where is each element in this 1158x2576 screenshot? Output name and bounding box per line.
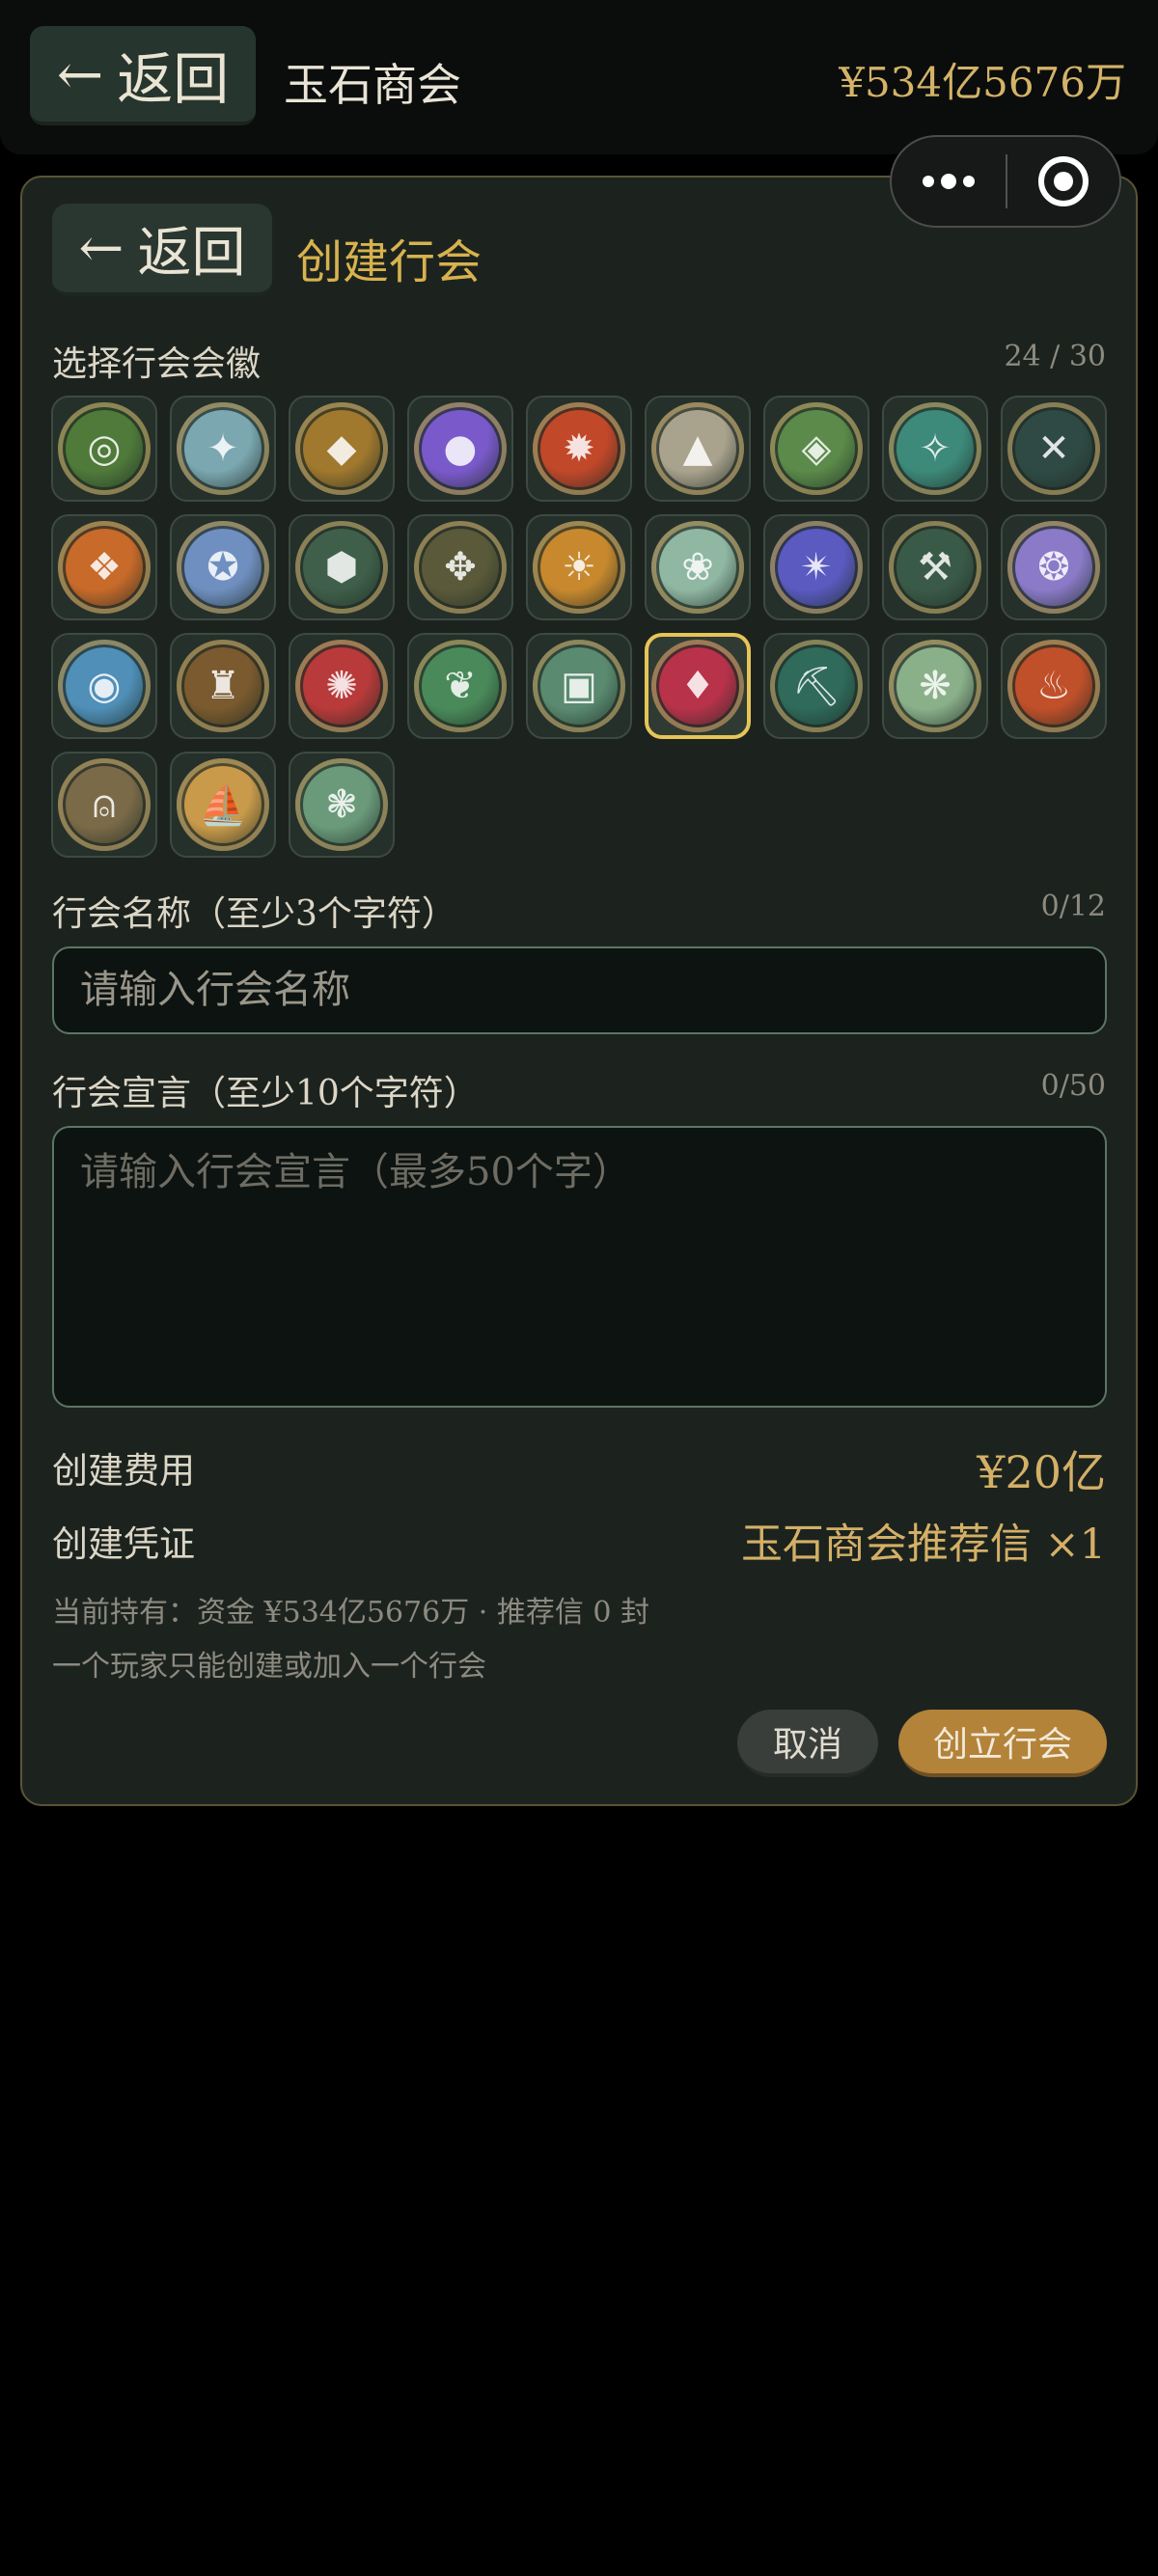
emblem-option[interactable]: ⬢: [289, 514, 395, 620]
declaration-label: 行会宣言（至少10个字符）: [52, 1074, 479, 1113]
lion-emblem: ☀: [533, 521, 625, 614]
flame-shield-emblem: ♨: [1007, 640, 1100, 732]
panel-back-button[interactable]: ← 返回: [52, 204, 272, 296]
hammer-emblem: ⚒: [889, 521, 981, 614]
mini-program-capsule: [890, 135, 1121, 228]
peacock-emblem: ❦: [414, 640, 507, 732]
phoenix-emblem: ✹: [533, 402, 625, 495]
back-arrow-icon: ←: [78, 216, 124, 280]
top-back-button[interactable]: ← 返回: [30, 26, 256, 125]
emblem-grid: ◎ ✦ ◆ ● ✹ ▲ ◈ ✧ ✕ ❖ ✪ ⬢ ✥ ☀ ❀ ✴ ⚒ ❂ ◉ ♜ ✺ ❦ ▣ ♦ ⛏ ❋ ♨ ⍝ ⛵ ❃: [51, 396, 1113, 859]
emblem-option[interactable]: ⛵: [170, 752, 276, 858]
cancel-button[interactable]: 取消: [737, 1710, 878, 1777]
crane-emblem: ✦: [177, 402, 269, 495]
bell-emblem: ⍝: [58, 758, 151, 851]
emblem-option[interactable]: ✕: [1001, 396, 1107, 502]
emblem-option[interactable]: ◆: [289, 396, 395, 502]
emblem-option[interactable]: ◉: [51, 633, 157, 739]
emblem-option[interactable]: ❦: [407, 633, 513, 739]
ox-emblem: ♜: [177, 640, 269, 732]
eagle-emblem: ✥: [414, 521, 507, 614]
mountain-emblem: ▲: [651, 402, 744, 495]
emblem-option[interactable]: ✪: [170, 514, 276, 620]
create-guild-panel: ← 返回 创建行会 选择行会会徽 24 / 30 ◎ ✦ ◆ ● ✹ ▲ ◈ ✧ ✕ ❖ ✪ ⬢ ✥ ☀ ❀…: [20, 176, 1138, 1806]
fox-mask-emblem: ✺: [295, 640, 388, 732]
emblem-option[interactable]: ❖: [51, 514, 157, 620]
crossed-swords-emblem: ✕: [1007, 402, 1100, 495]
dragon-emblem: ✧: [889, 402, 981, 495]
emblem-option[interactable]: ●: [407, 396, 513, 502]
emblem-option[interactable]: ❋: [882, 633, 988, 739]
emblem-option[interactable]: ✦: [170, 396, 276, 502]
name-label: 行会名称（至少3个字符）: [52, 894, 456, 934]
emblem-option[interactable]: ❀: [645, 514, 751, 620]
emblem-option[interactable]: ❂: [1001, 514, 1107, 620]
compass-star-emblem: ✴: [770, 521, 863, 614]
emblem-option[interactable]: ▲: [645, 396, 751, 502]
guild-name-input[interactable]: 请输入行会名称: [52, 946, 1107, 1034]
page-title: 玉石商会: [284, 59, 461, 111]
pearl-emblem: ◉: [58, 640, 151, 732]
create-guild-button[interactable]: 创立行会: [898, 1710, 1107, 1777]
wolf-emblem: ✪: [177, 521, 269, 614]
emblem-option[interactable]: ⛏: [763, 633, 869, 739]
guild-declaration-textarea[interactable]: 请输入行会宣言（最多50个字）: [52, 1126, 1107, 1408]
back-arrow-icon: ←: [56, 41, 104, 107]
close-target-icon[interactable]: [1007, 137, 1119, 226]
emblem-option[interactable]: ❃: [289, 752, 395, 858]
sword-rose-emblem: ♦: [651, 640, 744, 732]
pickaxe-emblem: ⛏: [770, 640, 863, 732]
holdings-note: 当前持有：资金 ¥534亿5676万 · 推荐信 0 封: [52, 1596, 649, 1630]
emblem-option[interactable]: ♦: [645, 633, 751, 739]
emblem-option[interactable]: ⚒: [882, 514, 988, 620]
emblem-option[interactable]: ✴: [763, 514, 869, 620]
voucher-label: 创建凭证: [52, 1523, 195, 1565]
turtle-emblem: ⬢: [295, 521, 388, 614]
emblem-count: 24 / 30: [1004, 340, 1106, 373]
declaration-count: 0/50: [1040, 1069, 1106, 1103]
emblem-option[interactable]: ♨: [1001, 633, 1107, 739]
jade-gem-emblem: ◈: [770, 402, 863, 495]
fee-label: 创建费用: [52, 1450, 195, 1492]
fee-value: ¥20亿: [977, 1446, 1106, 1498]
emblem-label: 选择行会会徽: [52, 344, 262, 384]
jade-disc-emblem: ◎: [58, 402, 151, 495]
treasure-ship-emblem: ⛵: [177, 758, 269, 851]
deer-emblem: ❃: [295, 758, 388, 851]
emblem-option[interactable]: ♜: [170, 633, 276, 739]
emblem-option[interactable]: ✺: [289, 633, 395, 739]
panel-title: 创建行会: [296, 235, 482, 289]
coin-emblem: ▣: [533, 640, 625, 732]
emblem-option[interactable]: ✧: [882, 396, 988, 502]
lantern-emblem: ❖: [58, 521, 151, 614]
name-count: 0/12: [1040, 890, 1106, 923]
emblem-option[interactable]: ☀: [526, 514, 632, 620]
emblem-option[interactable]: ⍝: [51, 752, 157, 858]
voucher-value: 玉石商会推荐信 ×1: [740, 1521, 1106, 1569]
top-back-label: 返回: [117, 45, 230, 112]
fox-emblem: ❂: [1007, 521, 1100, 614]
purple-orb-emblem: ●: [414, 402, 507, 495]
emblem-option[interactable]: ✥: [407, 514, 513, 620]
panel-back-label: 返回: [137, 221, 246, 285]
emblem-option[interactable]: ◎: [51, 396, 157, 502]
more-icon[interactable]: [892, 137, 1006, 226]
emblem-option[interactable]: ◈: [763, 396, 869, 502]
butterfly-emblem: ❋: [889, 640, 981, 732]
top-bar: ← 返回 玉石商会 ¥534亿5676万: [0, 0, 1158, 154]
emblem-option[interactable]: ✹: [526, 396, 632, 502]
tiger-emblem: ◆: [295, 402, 388, 495]
money-display: ¥534亿5676万: [839, 59, 1126, 106]
rule-note: 一个玩家只能创建或加入一个行会: [52, 1650, 486, 1684]
fan-emblem: ❀: [651, 521, 744, 614]
emblem-option[interactable]: ▣: [526, 633, 632, 739]
